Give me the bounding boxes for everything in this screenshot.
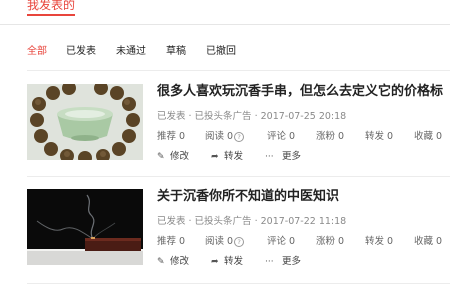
article-meta: 已发表 · 已投头条广告 · 2017-07-22 11:18 bbox=[157, 216, 347, 227]
more-dots-icon: ··· bbox=[265, 257, 274, 267]
share-label: 转发 bbox=[224, 256, 244, 267]
stat-comments: 评论 0 bbox=[267, 236, 296, 247]
edit-button[interactable]: ✎ 修改 bbox=[157, 253, 189, 267]
stat-favorites: 收藏 0 bbox=[414, 131, 443, 142]
stat-comments: 评论 0 bbox=[267, 131, 296, 142]
more-label: 更多 bbox=[282, 151, 302, 162]
article-meta: 已发表 · 已投头条广告 · 2017-07-25 20:18 bbox=[157, 111, 347, 122]
article-stats: 推荐 0 阅读 0? 评论 0 涨粉 0 转发 0 收藏 0 bbox=[157, 233, 450, 247]
stat-reads-label: 阅读 0 bbox=[205, 236, 234, 247]
stat-fans: 涨粉 0 bbox=[316, 236, 345, 247]
tab-my-published[interactable]: 我发表的 bbox=[27, 0, 75, 13]
list-divider bbox=[27, 283, 450, 284]
filter-rejected[interactable]: 未通过 bbox=[116, 42, 146, 57]
share-arrow-icon: ➦ bbox=[211, 152, 219, 162]
article-title[interactable]: 很多人喜欢玩沉香手串，但怎么去定义它的价格标 bbox=[157, 84, 443, 100]
share-label: 转发 bbox=[224, 151, 244, 162]
more-button[interactable]: ··· 更多 bbox=[265, 253, 301, 267]
header-divider bbox=[0, 24, 450, 25]
pencil-icon: ✎ bbox=[157, 152, 165, 162]
stat-reads: 阅读 0? bbox=[205, 128, 245, 142]
article-title[interactable]: 关于沉香你所不知道的中医知识 bbox=[157, 189, 339, 205]
share-arrow-icon: ➦ bbox=[211, 257, 219, 267]
pencil-icon: ✎ bbox=[157, 257, 165, 267]
more-label: 更多 bbox=[282, 256, 302, 267]
share-button[interactable]: ➦ 转发 bbox=[211, 253, 243, 267]
stat-shares: 转发 0 bbox=[365, 131, 394, 142]
help-icon[interactable]: ? bbox=[234, 132, 245, 142]
list-divider bbox=[27, 70, 450, 71]
edit-label: 修改 bbox=[170, 151, 190, 162]
stat-recommend: 推荐 0 bbox=[157, 236, 186, 247]
help-icon[interactable]: ? bbox=[234, 237, 245, 247]
edit-button[interactable]: ✎ 修改 bbox=[157, 148, 189, 162]
stat-reads: 阅读 0? bbox=[205, 233, 245, 247]
incense-smoke-image[interactable] bbox=[27, 189, 143, 265]
filter-withdrawn[interactable]: 已撤回 bbox=[206, 42, 236, 57]
stat-shares: 转发 0 bbox=[365, 236, 394, 247]
article-item: 很多人喜欢玩沉香手串，但怎么去定义它的价格标 已发表 · 已投头条广告 · 20… bbox=[27, 84, 450, 176]
more-dots-icon: ··· bbox=[265, 152, 274, 162]
list-divider bbox=[27, 176, 450, 177]
stat-reads-label: 阅读 0 bbox=[205, 131, 234, 142]
article-item: 关于沉香你所不知道的中医知识 已发表 · 已投头条广告 · 2017-07-22… bbox=[27, 189, 450, 281]
stat-fans: 涨粉 0 bbox=[316, 131, 345, 142]
stat-favorites: 收藏 0 bbox=[414, 236, 443, 247]
article-stats: 推荐 0 阅读 0? 评论 0 涨粉 0 转发 0 收藏 0 bbox=[157, 128, 450, 142]
bead-bracelet-image[interactable] bbox=[27, 84, 143, 160]
active-tab-indicator bbox=[27, 14, 75, 16]
filter-drafts[interactable]: 草稿 bbox=[166, 42, 186, 57]
share-button[interactable]: ➦ 转发 bbox=[211, 148, 243, 162]
stat-recommend: 推荐 0 bbox=[157, 131, 186, 142]
filter-published[interactable]: 已发表 bbox=[66, 42, 96, 57]
edit-label: 修改 bbox=[170, 256, 190, 267]
more-button[interactable]: ··· 更多 bbox=[265, 148, 301, 162]
filter-all[interactable]: 全部 bbox=[27, 42, 47, 57]
